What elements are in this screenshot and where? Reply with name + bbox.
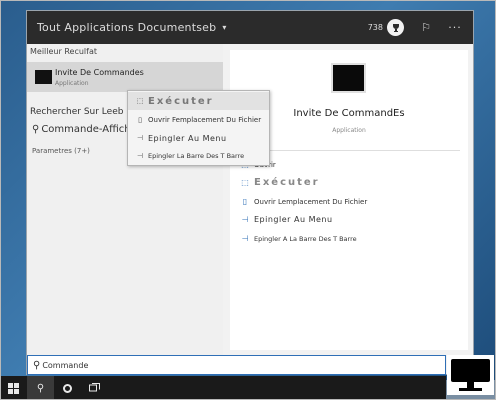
search-icon: ⚲ (33, 359, 41, 371)
scope-filter-dropdown[interactable]: Tout Applications Documentseb ▾ (37, 21, 227, 34)
taskbar-search-button[interactable]: ⚲ (27, 376, 54, 400)
shield-icon: ⬚ (136, 97, 144, 105)
cortana-icon (63, 383, 72, 393)
best-match-type: Application (55, 80, 89, 87)
settings-category[interactable]: Parametres (7+) (32, 147, 90, 155)
pin-icon: ⊣ (241, 234, 249, 243)
start-button[interactable] (0, 376, 27, 400)
feedback-icon[interactable]: ⚐ (418, 21, 434, 34)
best-match-heading: Meilleur Reculfat (30, 47, 97, 56)
reward-points: 738 (367, 23, 383, 32)
taskbar: ⚲ (0, 376, 446, 400)
best-match-name: Invite De Commandes (55, 68, 144, 77)
context-run-as-admin[interactable]: ⬚ Exécuter (128, 92, 269, 110)
search-scope-bar: Tout Applications Documentseb ▾ 738 ⚐ ··… (27, 11, 473, 44)
action-pin-start[interactable]: ⊣ Epingler Au Menu (240, 215, 333, 224)
command-prompt-icon (35, 70, 52, 84)
action-open-location-label: Ouvrir Lemplacement Du Fichier (254, 197, 368, 206)
windows-logo-icon (8, 382, 19, 394)
action-open-location[interactable]: ▯ Ouvrir Lemplacement Du Fichier (240, 197, 367, 206)
shield-icon: ⬚ (241, 178, 249, 187)
preview-divider (238, 150, 460, 151)
task-view-button[interactable] (81, 376, 108, 400)
context-pin-taskbar-label: Epingler La Barre Des T Barre (148, 152, 245, 160)
pin-icon: ⊣ (136, 134, 144, 142)
folder-icon: ▯ (138, 116, 142, 124)
action-run-as-admin[interactable]: ⬚ Exécuter (240, 177, 320, 188)
action-run-as-admin-label: Exécuter (254, 177, 320, 188)
context-open-location-label: Ouvrir Femplacement Du Fichier (148, 116, 262, 124)
action-pin-start-label: Epingler Au Menu (254, 215, 333, 224)
pin-icon: ⊣ (136, 152, 144, 160)
scope-label: Tout Applications Documentseb (37, 21, 217, 34)
best-match-item[interactable]: Invite De Commandes Application (27, 62, 223, 92)
context-menu: ⬚ Exécuter ▯ Ouvrir Femplacement Du Fich… (127, 90, 270, 166)
search-box[interactable]: ⚲ (27, 355, 446, 375)
search-icon: ⚲ (36, 382, 45, 394)
web-search-result-label: Commande-Afficher (41, 124, 141, 135)
action-pin-taskbar-label: Epingler A La Barre Des T Barre (254, 234, 357, 243)
search-input[interactable] (42, 360, 403, 370)
cortana-button[interactable] (54, 376, 81, 400)
context-run-as-admin-label: Exécuter (148, 95, 214, 107)
folder-icon: ▯ (242, 197, 248, 206)
trophy-icon[interactable] (387, 19, 404, 36)
web-search-result[interactable]: ⚲ Commande-Afficher (32, 124, 141, 135)
search-icon: ⚲ (32, 124, 40, 135)
context-pin-taskbar[interactable]: ⊣ Epingler La Barre Des T Barre (128, 147, 269, 165)
context-pin-start[interactable]: ⊣ Epingler Au Menu (128, 129, 269, 147)
task-view-icon (89, 383, 100, 392)
search-panel: Tout Applications Documentseb ▾ 738 ⚐ ··… (27, 11, 473, 374)
context-pin-start-label: Epingler Au Menu (148, 133, 227, 143)
chevron-down-icon: ▾ (222, 23, 227, 32)
more-options-icon[interactable]: ··· (447, 21, 463, 34)
monitor-icon (447, 355, 494, 395)
web-search-heading: Rechercher Sur Leeb (30, 107, 124, 117)
action-pin-taskbar[interactable]: ⊣ Epingler A La Barre Des T Barre (240, 234, 357, 243)
command-prompt-large-icon (331, 63, 366, 93)
context-open-location[interactable]: ▯ Ouvrir Femplacement Du Fichier (128, 111, 269, 129)
pin-icon: ⊣ (241, 215, 249, 224)
